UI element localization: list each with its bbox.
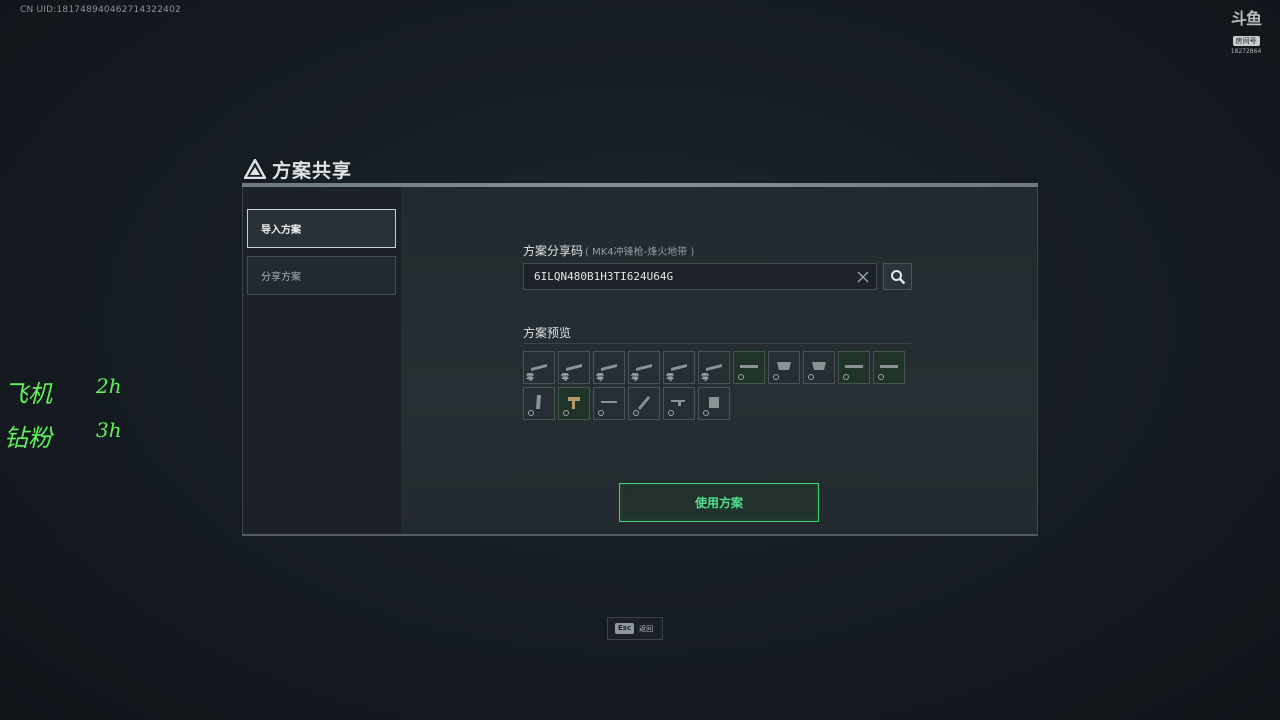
weapon-part-icon bbox=[636, 364, 652, 371]
scope-icon bbox=[601, 401, 617, 403]
preview-slot[interactable] bbox=[663, 387, 695, 420]
preview-slot[interactable] bbox=[803, 351, 835, 384]
preview-slot[interactable] bbox=[698, 387, 730, 420]
share-code-label: 方案分享码 bbox=[523, 244, 584, 258]
slot-marker-icon bbox=[878, 374, 884, 380]
handguard-icon bbox=[812, 362, 826, 370]
stock-icon bbox=[671, 400, 685, 406]
slot-marker-icon bbox=[843, 374, 849, 380]
grip-icon bbox=[568, 397, 580, 409]
watermark-logo: 斗鱼 bbox=[1230, 9, 1262, 28]
preview-slot[interactable] bbox=[873, 351, 905, 384]
preview-slot[interactable] bbox=[523, 387, 555, 420]
rail-icon bbox=[845, 365, 863, 368]
slot-badge: 零 bbox=[526, 373, 534, 382]
rail-icon bbox=[740, 365, 758, 368]
slot-marker-icon bbox=[633, 410, 639, 416]
overlay-note-name: 钻粉 bbox=[4, 424, 52, 452]
overlay-note-1: 飞机 2h bbox=[4, 374, 122, 409]
dialog-header: 方案共享 bbox=[244, 156, 352, 182]
preview-label: 方案预览 bbox=[523, 326, 572, 340]
preview-slot[interactable] bbox=[628, 387, 660, 420]
stream-watermark: 斗鱼 房间号 18272864 bbox=[1226, 10, 1266, 56]
share-code-sublabel: ( MK4冲锋枪-烽火地带 ) bbox=[585, 247, 695, 258]
slot-badge: 零 bbox=[596, 373, 604, 382]
weapon-part-icon bbox=[706, 364, 722, 371]
preview-slot[interactable] bbox=[768, 351, 800, 384]
preview-row-1: 零零零零零零 bbox=[523, 351, 915, 384]
preview-slot[interactable] bbox=[733, 351, 765, 384]
slot-marker-icon bbox=[563, 410, 569, 416]
slot-badge: 零 bbox=[561, 373, 569, 382]
overlay-note-2: 钻粉 3h bbox=[4, 418, 122, 453]
slot-marker-icon bbox=[703, 410, 709, 416]
share-code-label-row: 方案分享码( MK4冲锋枪-烽火地带 ) bbox=[523, 242, 694, 259]
preview-slot[interactable] bbox=[593, 387, 625, 420]
panel-sidebar: 导入方案 分享方案 bbox=[243, 187, 401, 534]
preview-row-2 bbox=[523, 387, 915, 420]
use-scheme-button[interactable]: 使用方案 bbox=[619, 483, 819, 522]
share-code-input[interactable]: 6ILQN480B1H3TI624U64G bbox=[523, 263, 877, 290]
preview-slot[interactable]: 零 bbox=[593, 351, 625, 384]
clear-icon[interactable] bbox=[850, 264, 876, 289]
warning-triangle-icon bbox=[244, 159, 266, 179]
player-uid: CN UID:181748940462714322402 bbox=[20, 5, 181, 15]
dialog-title: 方案共享 bbox=[272, 159, 353, 182]
preview-slot[interactable] bbox=[558, 387, 590, 420]
slot-marker-icon bbox=[738, 374, 744, 380]
slot-marker-icon bbox=[773, 374, 779, 380]
slot-badge: 零 bbox=[631, 373, 639, 382]
slot-badge: 零 bbox=[666, 373, 674, 382]
preview-slot[interactable]: 零 bbox=[663, 351, 695, 384]
tab-share-scheme[interactable]: 分享方案 bbox=[247, 256, 396, 295]
overlay-note-duration: 2h bbox=[96, 374, 122, 398]
slot-marker-icon bbox=[808, 374, 814, 380]
preview-divider bbox=[523, 343, 911, 344]
preview-slot[interactable] bbox=[838, 351, 870, 384]
preview-slot[interactable]: 零 bbox=[628, 351, 660, 384]
weapon-part-icon bbox=[531, 364, 547, 371]
slot-marker-icon bbox=[668, 410, 674, 416]
preview-slot[interactable]: 零 bbox=[558, 351, 590, 384]
watermark-tag: 房间号 bbox=[1232, 36, 1260, 46]
overlay-note-duration: 3h bbox=[96, 418, 122, 442]
handguard-icon bbox=[777, 362, 791, 370]
scheme-share-panel: 导入方案 分享方案 方案分享码( MK4冲锋枪-烽火地带 ) 6ILQN480B… bbox=[242, 187, 1038, 536]
preview-grid: 零零零零零零 bbox=[523, 351, 915, 423]
preview-slot[interactable]: 零 bbox=[523, 351, 555, 384]
slot-marker-icon bbox=[598, 410, 604, 416]
overlay-note-name: 飞机 bbox=[4, 380, 52, 408]
muzzle-icon bbox=[638, 396, 650, 410]
magazine-icon bbox=[536, 395, 541, 409]
slot-marker-icon bbox=[528, 410, 534, 416]
panel-content: 方案分享码( MK4冲锋枪-烽火地带 ) 6ILQN480B1H3TI624U6… bbox=[401, 187, 1037, 534]
esc-key-icon: Esc bbox=[615, 623, 635, 634]
share-code-value: 6ILQN480B1H3TI624U64G bbox=[534, 270, 674, 283]
search-icon bbox=[890, 269, 905, 284]
watermark-room-number: 18272864 bbox=[1230, 48, 1262, 55]
barrel-icon bbox=[709, 397, 719, 408]
weapon-part-icon bbox=[601, 364, 617, 371]
back-button[interactable]: Esc 返回 bbox=[607, 617, 663, 640]
search-button[interactable] bbox=[883, 263, 912, 290]
tab-import-scheme[interactable]: 导入方案 bbox=[247, 209, 396, 248]
back-label: 返回 bbox=[639, 624, 654, 633]
slot-badge: 零 bbox=[701, 373, 709, 382]
rail-icon bbox=[880, 365, 898, 368]
preview-slot[interactable]: 零 bbox=[698, 351, 730, 384]
weapon-part-icon bbox=[566, 364, 582, 371]
weapon-part-icon bbox=[671, 364, 687, 371]
